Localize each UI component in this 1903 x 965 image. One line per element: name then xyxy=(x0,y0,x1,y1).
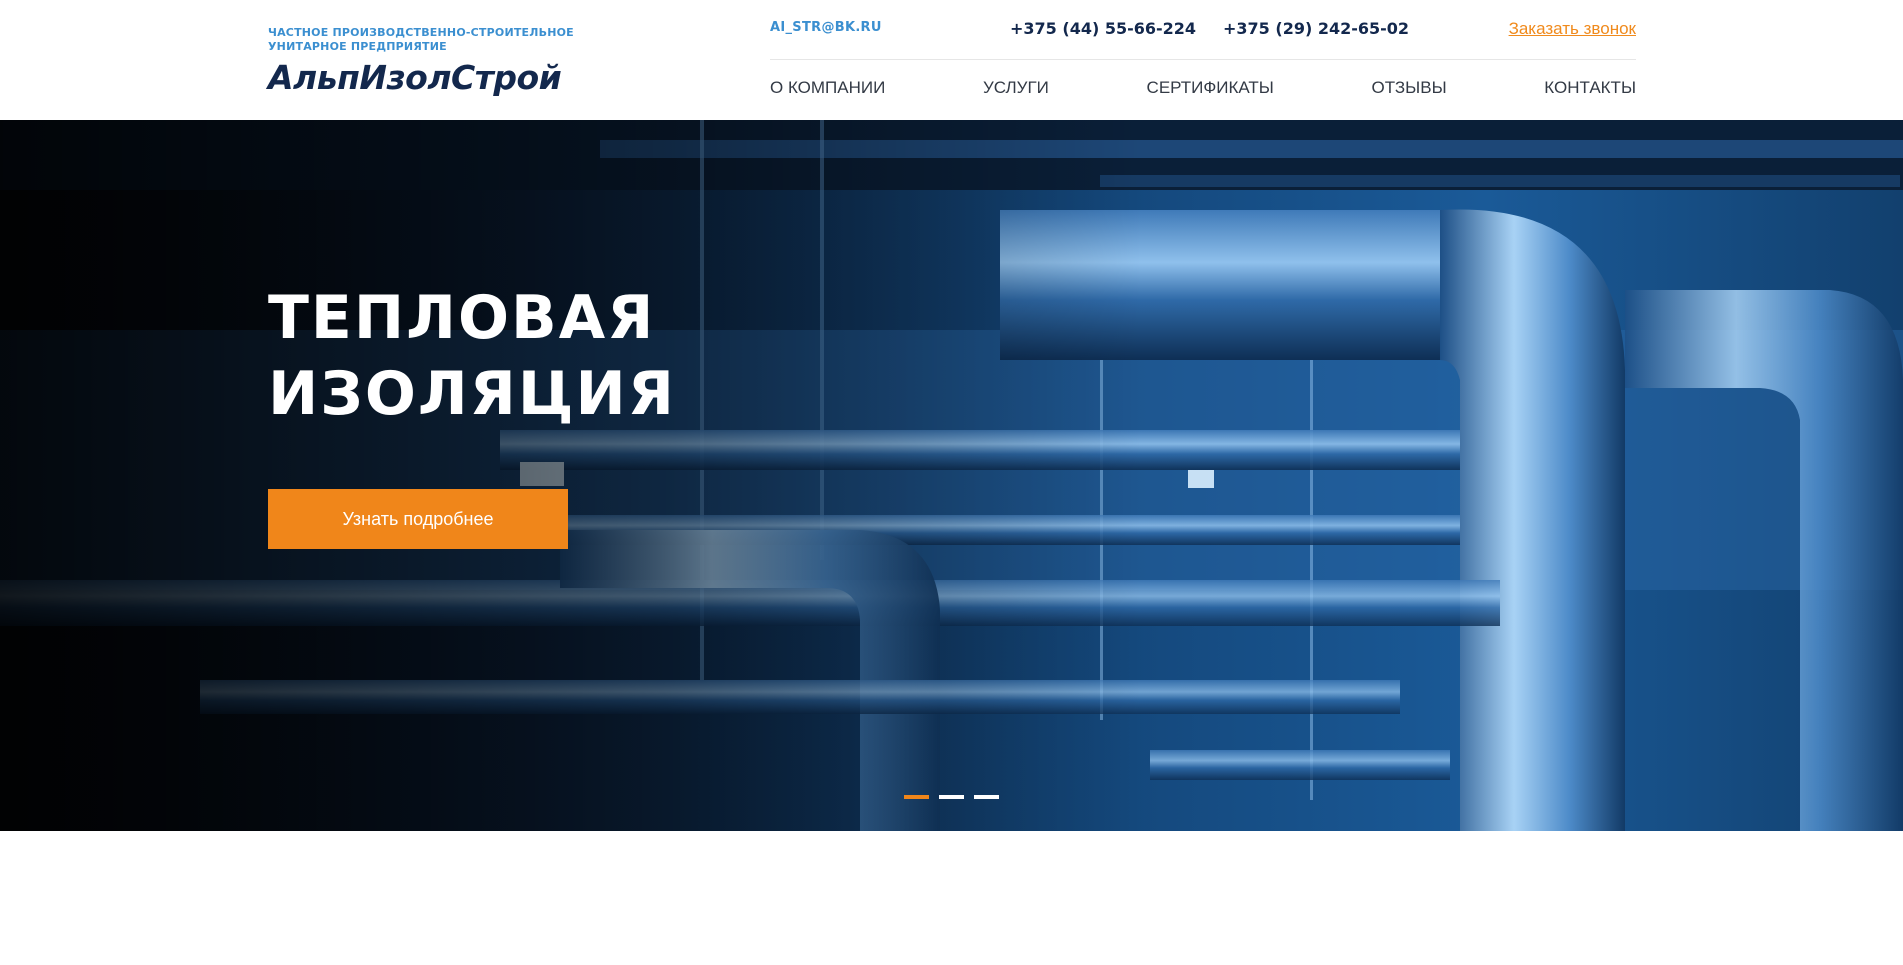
nav-item-contacts[interactable]: КОНТАКТЫ xyxy=(1544,78,1636,98)
slider-pagination xyxy=(904,795,999,799)
main-nav: О КОМПАНИИ УСЛУГИ СЕРТИФИКАТЫ ОТЗЫВЫ КОН… xyxy=(770,78,1636,98)
logo[interactable]: ЧАСТНОЕ ПРОИЗВОДСТВЕННО-СТРОИТЕЛЬНОЕ УНИ… xyxy=(268,26,588,97)
site-header: ЧАСТНОЕ ПРОИЗВОДСТВЕННО-СТРОИТЕЛЬНОЕ УНИ… xyxy=(0,0,1903,120)
nav-item-services[interactable]: УСЛУГИ xyxy=(983,78,1049,98)
phone-link-2[interactable]: +375 (29) 242-65-02 xyxy=(1223,19,1409,38)
callback-link[interactable]: Заказать звонок xyxy=(1509,19,1636,39)
hero-title-line2: ИЗОЛЯЦИЯ xyxy=(268,359,676,429)
hero-title: ТЕПЛОВАЯ ИЗОЛЯЦИЯ xyxy=(268,280,676,432)
slide-dot-3[interactable] xyxy=(974,795,999,799)
hero-title-line1: ТЕПЛОВАЯ xyxy=(268,283,656,353)
contact-bar: AI_STR@BK.RU +375 (44) 55-66-224 +375 (2… xyxy=(770,0,1636,60)
hero-slider: ТЕПЛОВАЯ ИЗОЛЯЦИЯ Узнать подробнее xyxy=(0,120,1903,831)
logo-subtitle-line1: ЧАСТНОЕ ПРОИЗВОДСТВЕННО-СТРОИТЕЛЬНОЕ xyxy=(268,26,574,39)
logo-name: АльпИзолСтрой xyxy=(268,58,562,97)
nav-item-certificates[interactable]: СЕРТИФИКАТЫ xyxy=(1147,78,1274,98)
slide-dot-1[interactable] xyxy=(904,795,929,799)
hero-background-image xyxy=(0,120,1903,831)
email-link[interactable]: AI_STR@BK.RU xyxy=(770,20,882,35)
nav-item-reviews[interactable]: ОТЗЫВЫ xyxy=(1372,78,1447,98)
phone-link-1[interactable]: +375 (44) 55-66-224 xyxy=(1010,19,1196,38)
learn-more-button[interactable]: Узнать подробнее xyxy=(268,489,568,549)
logo-subtitle-line2: УНИТАРНОЕ ПРЕДПРИЯТИЕ xyxy=(268,40,447,53)
slide-dot-2[interactable] xyxy=(939,795,964,799)
nav-item-about[interactable]: О КОМПАНИИ xyxy=(770,78,885,98)
